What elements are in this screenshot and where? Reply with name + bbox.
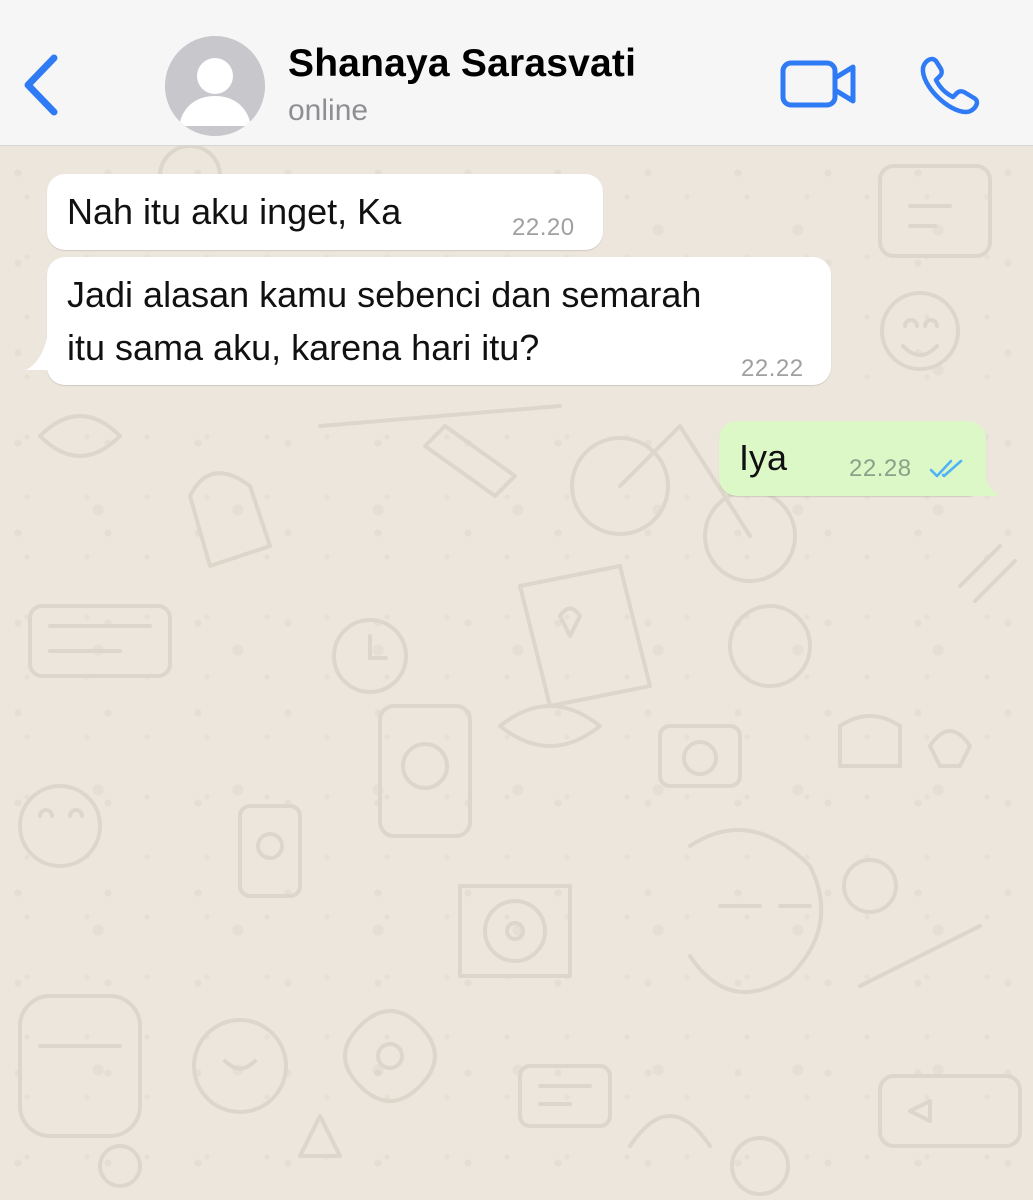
video-call-button[interactable]	[780, 58, 856, 110]
person-silhouette-icon	[165, 36, 265, 136]
message-bubble-outgoing[interactable]: Iya 22.28	[719, 421, 986, 496]
message-text: Iya	[739, 437, 788, 478]
bubble-tail-outgoing	[966, 456, 1000, 496]
message-bubble-incoming[interactable]: Jadi alasan kamu sebenci dan semarah itu…	[47, 257, 831, 385]
phone-icon	[920, 56, 980, 115]
bubble-tail-incoming	[26, 334, 60, 370]
video-camera-icon	[780, 60, 856, 108]
message-timestamp: 22.22	[741, 355, 804, 382]
message-text: Nah itu aku inget, Ka	[67, 191, 402, 232]
voice-call-button[interactable]	[918, 55, 982, 117]
message-bubble-incoming[interactable]: Nah itu aku inget, Ka 22.20	[47, 174, 603, 250]
message-text: itu sama aku, karena hari itu?	[67, 327, 540, 368]
message-timestamp: 22.28	[849, 455, 912, 482]
back-button[interactable]	[18, 50, 68, 120]
chat-header: Shanaya Sarasvati online	[0, 0, 1033, 146]
chevron-left-icon	[24, 54, 58, 116]
contact-status: online	[288, 94, 369, 127]
avatar[interactable]	[165, 36, 265, 136]
double-check-read-icon	[929, 459, 963, 478]
message-text: Jadi alasan kamu sebenci dan semarah	[67, 274, 702, 315]
contact-name[interactable]: Shanaya Sarasvati	[288, 42, 636, 86]
message-timestamp: 22.20	[512, 214, 575, 241]
chat-area[interactable]: Nah itu aku inget, Ka 22.20 Jadi alasan …	[0, 146, 1033, 1200]
